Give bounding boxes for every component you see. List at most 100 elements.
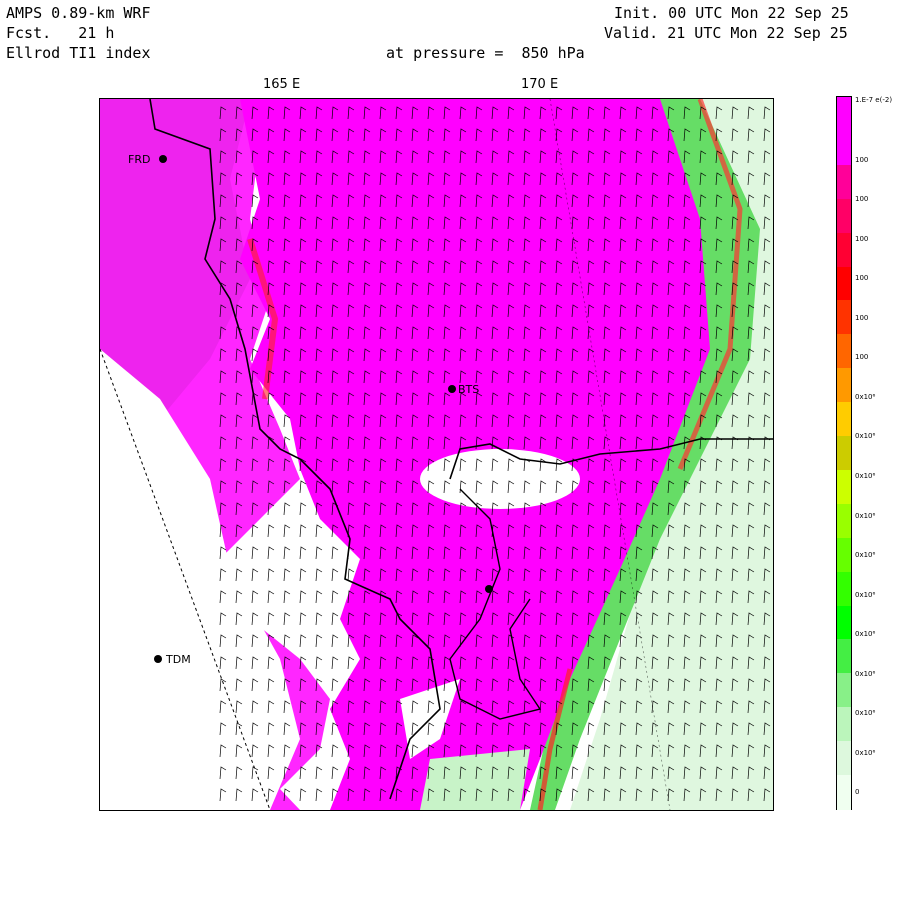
colorbar-segment xyxy=(837,469,851,505)
colorbar-segment xyxy=(837,97,851,132)
wind-barb xyxy=(267,568,275,582)
wind-barb xyxy=(299,568,307,582)
colorbar-label: 100 xyxy=(855,195,869,204)
colorbar-label: 100 xyxy=(855,274,869,283)
model-title: AMPS 0.89-km WRF xyxy=(6,4,151,22)
wind-barb xyxy=(283,502,291,516)
colorbar-label: 0x10⁶ xyxy=(855,511,876,520)
wind-barb xyxy=(299,634,307,648)
wind-barb xyxy=(251,524,259,538)
colorbar-label: 0x10⁶ xyxy=(855,669,876,678)
wind-barb xyxy=(571,766,579,780)
colorbar-segment xyxy=(837,503,851,539)
station-marker-tdm xyxy=(154,655,162,663)
colorbar-segment xyxy=(837,639,851,675)
map-panel: FRD BTS TDM xyxy=(99,98,774,811)
init-time: Init. 00 UTC Mon 22 Sep 25 xyxy=(614,4,849,22)
wind-barb xyxy=(315,612,323,626)
turbulence-map: FRD BTS TDM xyxy=(100,99,773,810)
wind-barb xyxy=(283,612,291,626)
wind-barb xyxy=(267,612,275,626)
colorbar-label: 0x10⁶ xyxy=(855,709,876,718)
wind-barb xyxy=(315,524,323,538)
wind-barb xyxy=(251,590,259,604)
colorbar-segment xyxy=(837,334,851,370)
colorbar-segment xyxy=(837,164,851,200)
lon-label-165e: 165 E xyxy=(263,77,301,92)
colorbar-label: 100 xyxy=(855,353,869,362)
wind-barb xyxy=(283,634,291,648)
colorbar-label: 0x10⁶ xyxy=(855,748,876,757)
station-label-tdm: TDM xyxy=(165,653,191,666)
wind-barb xyxy=(299,480,307,494)
colorbar-label: 0x10⁶ xyxy=(855,472,876,480)
wind-barb xyxy=(251,194,259,208)
colorbar-segment xyxy=(837,436,851,471)
wind-barb xyxy=(283,546,291,560)
wind-barb xyxy=(251,546,259,560)
wind-barb xyxy=(299,590,307,604)
wind-barb xyxy=(235,546,243,560)
forecast-hour: Fcst. 21 h xyxy=(6,24,115,42)
wind-barb xyxy=(315,634,323,648)
wind-barb xyxy=(587,722,595,736)
colorbar-segment xyxy=(837,741,851,777)
wind-barb xyxy=(283,524,291,538)
wind-barb xyxy=(299,502,307,516)
wind-barb xyxy=(331,612,339,626)
wind-barb xyxy=(299,612,307,626)
colorbar-label: 100 xyxy=(855,313,869,322)
white-patch-ross xyxy=(420,449,580,509)
wind-barb xyxy=(267,546,275,560)
colorbar-segment xyxy=(837,673,851,709)
pressure-level: at pressure = 850 hPa xyxy=(386,44,585,62)
station-marker-frd xyxy=(159,155,167,163)
wind-barb xyxy=(315,766,323,780)
wind-barb xyxy=(331,590,339,604)
valid-time: Valid. 21 UTC Mon 22 Sep 25 xyxy=(604,24,848,42)
colorbar-segment xyxy=(837,605,851,641)
colorbar-segment xyxy=(837,130,851,166)
wind-barb xyxy=(283,590,291,604)
colorbar-label: 0x10⁶ xyxy=(855,551,876,560)
wind-barb xyxy=(331,634,339,648)
colorbar-label: 0 xyxy=(855,788,860,797)
colorbar-segment xyxy=(837,232,851,268)
wind-barb xyxy=(331,678,339,692)
colorbar-label: 100 xyxy=(855,234,869,243)
wind-barb xyxy=(315,656,323,670)
wind-barb xyxy=(347,656,355,670)
colorbar-segment xyxy=(837,266,851,302)
colorbar-label: 0x10⁶ xyxy=(855,432,876,441)
station-label-bts: BTS xyxy=(458,383,479,396)
wind-barb xyxy=(315,568,323,582)
colorbar-segment xyxy=(837,707,851,743)
wind-barb xyxy=(331,656,339,670)
colorbar-segment xyxy=(837,402,851,438)
station-marker-mcm xyxy=(485,585,493,593)
wind-barb xyxy=(267,524,275,538)
wind-barb xyxy=(299,524,307,538)
colorbar-segment xyxy=(837,198,851,234)
colorbar-top-label: 1.E-7 e(-2) xyxy=(855,96,893,104)
wind-barb xyxy=(331,546,339,560)
colorbar-segment xyxy=(837,537,851,573)
colorbar-segment xyxy=(837,571,851,607)
colorbar-label: 0x10⁶ xyxy=(855,392,876,401)
colorbar-label: 100 xyxy=(855,155,869,164)
colorbar-segment xyxy=(837,775,851,810)
colorbar xyxy=(836,96,852,810)
wind-barb xyxy=(315,590,323,604)
wind-barb xyxy=(267,590,275,604)
colorbar-label: 0x10⁶ xyxy=(855,590,876,599)
wind-barb xyxy=(283,568,291,582)
colorbar-label: 0x10⁶ xyxy=(855,630,876,639)
wind-barb xyxy=(347,568,355,582)
field-name: Ellrod TI1 index xyxy=(6,44,151,62)
wind-barb xyxy=(299,788,307,802)
wind-barb xyxy=(315,788,323,802)
colorbar-segment xyxy=(837,368,851,404)
colorbar-segment xyxy=(837,300,851,336)
wind-barb xyxy=(331,568,339,582)
wind-barb xyxy=(299,546,307,560)
